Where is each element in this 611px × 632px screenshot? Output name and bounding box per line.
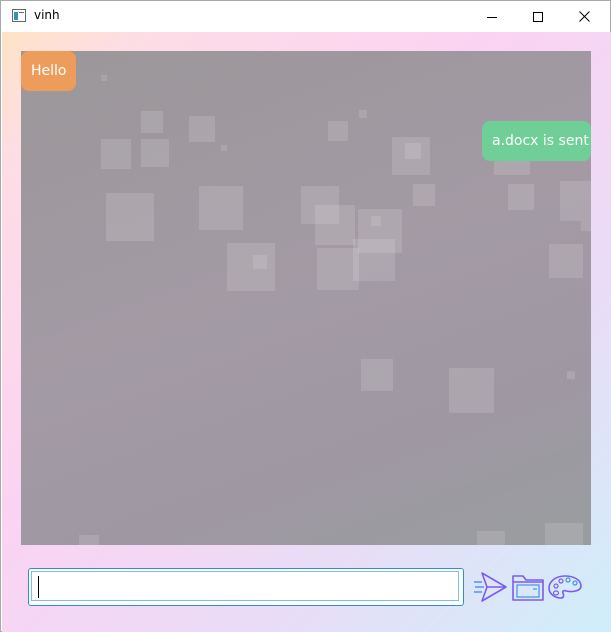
decorative-square (545, 523, 583, 545)
minimize-button[interactable] (469, 1, 515, 32)
decorative-square (359, 110, 367, 118)
decorative-square (189, 116, 215, 142)
decorative-square (227, 243, 275, 291)
incoming-message-bubble: Hello (21, 51, 76, 91)
decorative-square (328, 121, 348, 141)
attach-file-button[interactable] (510, 570, 546, 604)
decorative-square (79, 535, 99, 545)
maximize-button[interactable] (515, 1, 561, 32)
app-window: vinh Hello a.docx is sent (0, 0, 611, 632)
window-title: vinh (34, 8, 60, 22)
chat-message-area[interactable]: Hello a.docx is sent (21, 51, 591, 545)
decorative-square (141, 111, 163, 133)
decorative-square (560, 181, 591, 221)
decorative-square (371, 216, 381, 226)
decorative-square (199, 186, 243, 230)
decorative-square (449, 368, 494, 413)
decorative-square (413, 184, 435, 206)
decorative-square (101, 75, 107, 81)
send-icon (474, 572, 507, 602)
message-input-frame (28, 568, 464, 606)
minimize-icon (487, 16, 497, 18)
app-icon (12, 9, 26, 22)
folder-icon (512, 575, 544, 601)
decorative-square (141, 139, 169, 167)
decorative-square (353, 239, 395, 281)
decorative-square (549, 244, 583, 278)
decorative-square (315, 205, 355, 245)
decorative-square (581, 221, 591, 231)
decorative-square (508, 184, 534, 210)
close-icon (578, 11, 590, 22)
decorative-square (361, 359, 393, 391)
decorative-square (405, 143, 421, 159)
message-input[interactable] (31, 571, 459, 601)
decorative-square (253, 255, 267, 269)
decorative-square (221, 145, 227, 151)
title-bar[interactable]: vinh (1, 1, 610, 32)
decorative-square (567, 371, 575, 379)
close-button[interactable] (561, 1, 607, 32)
decorative-square (101, 139, 131, 169)
text-caret (38, 576, 39, 598)
send-button[interactable] (473, 570, 509, 604)
palette-icon (548, 575, 582, 599)
decorative-square (106, 193, 154, 241)
maximize-icon (533, 11, 543, 22)
window-client-area: Hello a.docx is sent (2, 32, 611, 632)
decorative-square (477, 531, 505, 545)
outgoing-message-bubble: a.docx is sent (482, 121, 591, 161)
theme-palette-button[interactable] (547, 570, 583, 604)
